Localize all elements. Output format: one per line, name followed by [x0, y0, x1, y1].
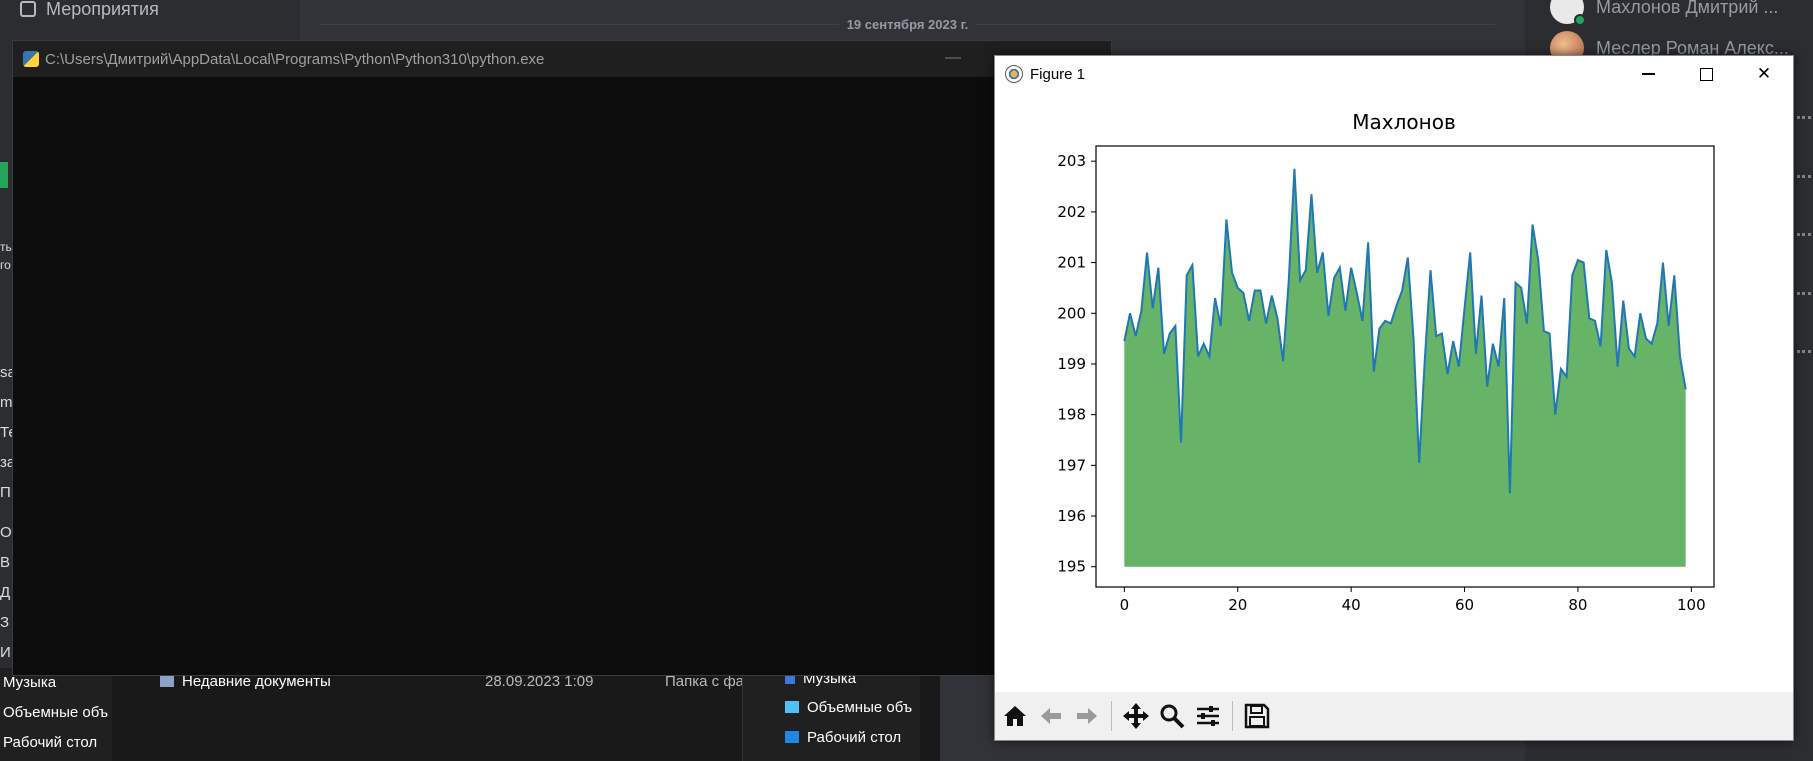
x-tick-label: 0: [1120, 596, 1130, 614]
home-button[interactable]: [999, 699, 1031, 733]
zoom-button[interactable]: [1156, 699, 1188, 733]
pan-icon: [1123, 703, 1149, 729]
calendar-icon: [20, 1, 36, 17]
sidebar-fragment[interactable]: Д: [0, 584, 10, 601]
figure-title: Figure 1: [1030, 65, 1086, 83]
configure-subplots-icon: [1197, 706, 1219, 726]
matplotlib-icon: [1005, 65, 1023, 83]
quick-item-label: Рабочий стол: [807, 729, 902, 746]
online-status-icon: [1574, 14, 1586, 26]
maximize-button[interactable]: [1677, 56, 1735, 92]
events-label: Мероприятия: [46, 0, 159, 19]
y-tick-label: 200: [1057, 304, 1086, 322]
sidebar-fragment[interactable]: П: [0, 484, 11, 501]
explorer-quick-access: Музыка Объемные объ Рабочий стол: [742, 668, 920, 761]
sidebar-fragment[interactable]: В: [0, 554, 10, 571]
sidebar-fragment[interactable]: З: [0, 614, 9, 631]
back-arrow-icon: [1041, 708, 1061, 724]
console-title: C:\Users\Дмитрий\AppData\Local\Programs\…: [45, 50, 545, 68]
save-icon: [1244, 703, 1270, 729]
desktop-icon: [785, 731, 799, 743]
close-button[interactable]: ✕: [1735, 56, 1793, 92]
close-icon: ✕: [1756, 64, 1772, 83]
minimize-button[interactable]: [1619, 56, 1677, 92]
more-dots-icon[interactable]: [1797, 116, 1811, 119]
y-tick-label: 198: [1057, 406, 1086, 424]
forward-button[interactable]: [1071, 699, 1103, 733]
more-dots-icon[interactable]: [1797, 292, 1811, 295]
x-tick-label: 100: [1677, 596, 1706, 614]
chart-title: Махлонов: [1352, 110, 1455, 134]
recent-documents-icon: [160, 675, 174, 687]
cube-icon: [785, 701, 799, 713]
area-fill: [1124, 168, 1686, 567]
forward-arrow-icon: [1077, 708, 1097, 724]
chart-canvas: Махлонов 0 20 40 60 80 100 195 196 197 198 199 200 2…: [1057, 110, 1715, 614]
save-button[interactable]: [1241, 699, 1273, 733]
sidebar-fragment: го: [0, 258, 11, 272]
quick-item-label: Объемные объ: [807, 699, 913, 716]
back-button[interactable]: [1035, 699, 1067, 733]
python-console-window[interactable]: C:\Users\Дмитрий\AppData\Local\Programs\…: [12, 40, 1112, 676]
toolbar-separator: [1111, 701, 1112, 731]
y-tick-label: 202: [1057, 203, 1086, 221]
y-tick-label: 203: [1057, 152, 1086, 170]
events-row[interactable]: Мероприятия: [20, 0, 159, 19]
python-icon: [23, 51, 39, 67]
green-indicator: [0, 162, 8, 188]
x-tick-label: 80: [1568, 596, 1587, 614]
figure-toolbar: [995, 692, 1793, 740]
figure-window[interactable]: Figure 1 ✕ Махлонов 0 20 40 60 80 100 195 196 19…: [994, 55, 1794, 741]
y-tick-label: 197: [1057, 456, 1086, 474]
date-divider-text: 19 сентября 2023 г.: [846, 16, 969, 32]
zoom-icon: [1160, 704, 1185, 729]
y-tick-label: 196: [1057, 507, 1086, 525]
sidebar-fragment: ть: [0, 240, 12, 254]
nav-item-music[interactable]: Музыка: [3, 674, 56, 691]
pan-button[interactable]: [1120, 699, 1152, 733]
nav-item-3d-objects[interactable]: Объемные объ: [3, 704, 108, 721]
more-dots-icon[interactable]: [1797, 350, 1811, 353]
sidebar-fragment[interactable]: m: [0, 394, 13, 411]
minimize-icon[interactable]: —: [945, 49, 961, 67]
x-tick-label: 40: [1342, 596, 1361, 614]
home-icon: [1004, 706, 1026, 726]
more-dots-icon[interactable]: [1797, 175, 1811, 178]
sidebar-fragment[interactable]: И: [0, 644, 11, 661]
member-name: Махлонов Дмитрий ...: [1596, 0, 1779, 17]
nav-item-desktop[interactable]: Рабочий стол: [3, 734, 97, 751]
configure-subplots-button[interactable]: [1192, 699, 1224, 733]
x-tick-label: 60: [1455, 596, 1474, 614]
date-divider: 19 сентября 2023 г.: [320, 16, 1495, 32]
member-item[interactable]: Махлонов Дмитрий ...: [1550, 0, 1779, 26]
y-tick-label: 199: [1057, 355, 1086, 373]
quick-item-3d-objects[interactable]: Объемные объ: [785, 699, 912, 716]
more-dots-icon[interactable]: [1797, 233, 1811, 236]
y-tick-label: 195: [1057, 558, 1086, 576]
y-tick-label: 201: [1057, 254, 1086, 272]
minimize-icon: [1641, 73, 1655, 75]
maximize-icon: [1699, 67, 1713, 81]
x-tick-label: 20: [1228, 596, 1247, 614]
avatar: [1550, 0, 1586, 26]
quick-item-desktop[interactable]: Рабочий стол: [785, 729, 901, 746]
console-window-controls: —: [945, 49, 961, 67]
toolbar-separator: [1232, 701, 1233, 731]
